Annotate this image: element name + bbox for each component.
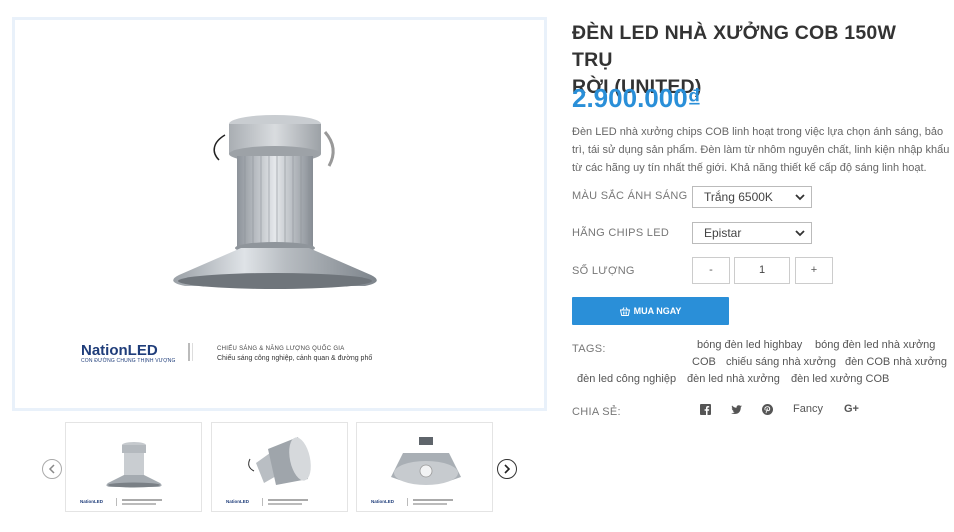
thumbnail-prev-button[interactable] <box>42 459 62 479</box>
product-price: 2.900.000₫ <box>572 83 702 113</box>
chevron-down-icon <box>795 194 805 201</box>
brand-logo: NationLED CON ĐƯỜNG CHUNG THỊNH VƯỢNG <box>81 342 176 364</box>
brand-divider-thin <box>192 343 193 361</box>
chip-select-value: Epistar <box>704 226 742 240</box>
quantity-increase-button[interactable]: + <box>795 257 833 284</box>
tag-link[interactable]: bóng đèn led highbay <box>697 339 802 351</box>
main-product-image[interactable]: NationLED CON ĐƯỜNG CHUNG THỊNH VƯỢNG CH… <box>12 17 547 411</box>
buy-now-button[interactable]: MUA NGAY <box>572 297 729 325</box>
facebook-icon[interactable] <box>700 404 711 418</box>
thumbnail-1[interactable]: NationLED <box>65 422 202 512</box>
tag-link[interactable]: đèn COB nhà xưởng <box>845 356 947 368</box>
tag-link[interactable]: bóng đèn led nhà xưởng <box>815 339 935 351</box>
thumbnail-2[interactable]: NationLED <box>211 422 348 512</box>
brand-divider <box>188 343 190 361</box>
image-tagline-2: Chiếu sáng công nghiệp, cảnh quan & đườn… <box>217 355 373 362</box>
thumbnail-caption-line <box>268 499 308 501</box>
brand-tagline: CON ĐƯỜNG CHUNG THỊNH VƯỢNG <box>81 358 176 364</box>
tag-link[interactable]: đèn led xưởng COB <box>791 373 889 385</box>
chevron-right-icon <box>504 464 511 474</box>
tag-link[interactable]: chiếu sáng nhà xưởng <box>726 356 836 368</box>
tag-link[interactable]: đèn led nhà xưởng <box>687 373 780 385</box>
quantity-input[interactable]: 1 <box>734 257 790 284</box>
basket-icon <box>619 306 630 316</box>
google-plus-share-link[interactable]: G+ <box>844 403 859 415</box>
tags-label: TAGS: <box>572 343 606 355</box>
fancy-share-link[interactable]: Fancy <box>793 403 823 415</box>
thumbnail-logo: NationLED <box>371 499 394 504</box>
tag-link[interactable]: đèn led công nghiệp <box>577 373 676 385</box>
thumbnail-divider <box>407 498 408 506</box>
thumbnail-strip: NationLED NationLED NationLED <box>65 422 495 514</box>
quantity-decrease-button[interactable]: - <box>692 257 730 284</box>
thumbnail-3[interactable]: NationLED <box>356 422 493 512</box>
thumbnail-caption-line <box>413 503 447 505</box>
product-title-line-1: ĐÈN LED NHÀ XƯỞNG COB 150W TRỤ <box>572 22 897 71</box>
chip-option-label: HÃNG CHIPS LED <box>572 227 670 239</box>
thumbnail-divider <box>262 498 263 506</box>
product-description: Đèn LED nhà xưởng chips COB linh hoạt tr… <box>572 126 950 174</box>
thumbnail-caption-line <box>122 499 162 501</box>
brand-name: NationLED <box>81 342 158 359</box>
thumbnail-caption-line <box>122 503 156 505</box>
chip-brand-select[interactable]: Epistar <box>692 222 812 244</box>
thumbnail-logo: NationLED <box>226 499 249 504</box>
share-label: CHIA SẺ: <box>572 406 621 418</box>
color-option-label: MÀU SẮC ÁNH SÁNG <box>572 190 688 202</box>
chevron-down-icon <box>795 230 805 237</box>
thumbnail-divider <box>116 498 117 506</box>
image-tagline-1: CHIẾU SÁNG & NĂNG LƯỢNG QUỐC GIA <box>217 346 345 352</box>
thumbnail-caption-line <box>413 499 453 501</box>
buy-now-label: MUA NGAY <box>633 306 682 316</box>
tag-link[interactable]: COB <box>692 356 716 368</box>
color-select[interactable]: Trắng 6500K <box>692 186 812 208</box>
pinterest-icon[interactable] <box>762 404 773 418</box>
thumbnail-logo: NationLED <box>80 499 103 504</box>
quantity-label: SỐ LƯỢNG <box>572 265 635 277</box>
chevron-left-icon <box>48 464 55 474</box>
color-select-value: Trắng 6500K <box>704 190 773 204</box>
thumbnail-next-button[interactable] <box>497 459 517 479</box>
thumbnail-caption-line <box>268 503 302 505</box>
twitter-icon[interactable] <box>731 405 742 417</box>
